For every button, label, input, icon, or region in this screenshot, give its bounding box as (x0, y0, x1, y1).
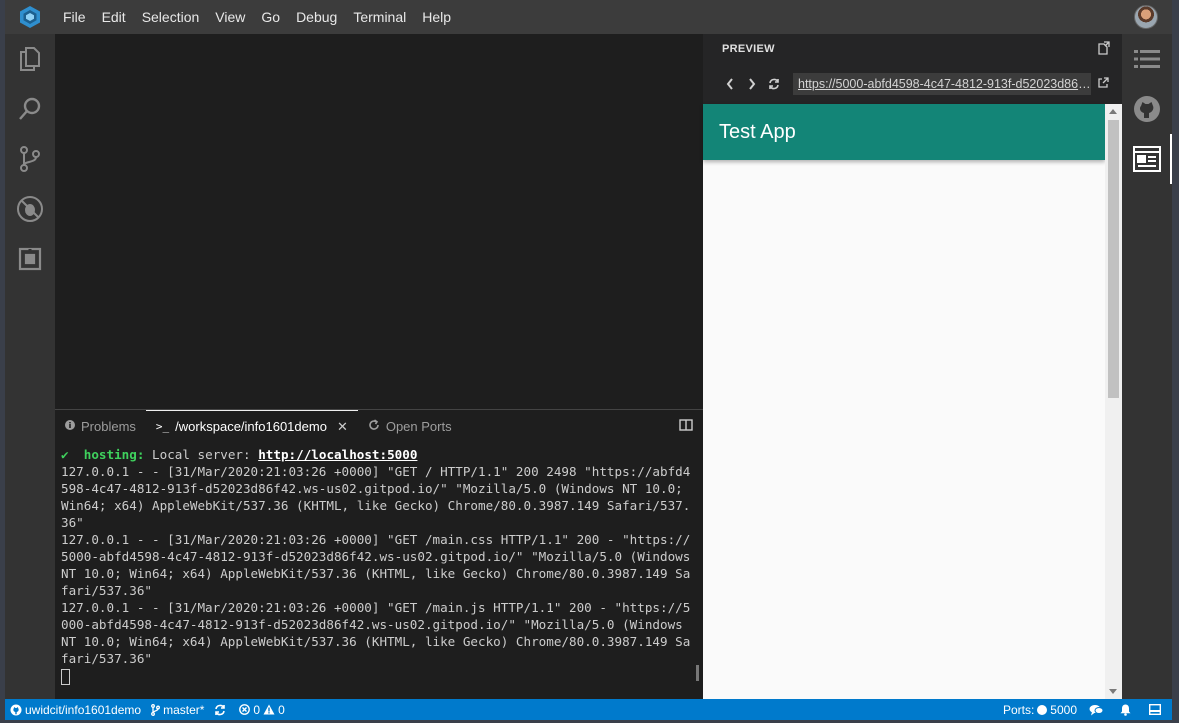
refresh-icon[interactable] (763, 73, 785, 95)
menu-selection[interactable]: Selection (134, 0, 208, 34)
menu-file[interactable]: File (55, 0, 94, 34)
terminal-scrollbar[interactable] (696, 665, 699, 681)
preview-title: PREVIEW (722, 43, 775, 55)
ports-icon (368, 418, 380, 434)
menu-bar: File Edit Selection View Go Debug Termin… (5, 0, 1172, 34)
tab-open-ports-label: Open Ports (385, 418, 452, 434)
ports-label: Ports: (1002, 702, 1035, 717)
log-line: 127.0.0.1 - - [31/Mar/2020:21:03:26 +000… (61, 464, 691, 530)
preview-frame[interactable]: Test App (703, 104, 1122, 699)
menu-help[interactable]: Help (414, 0, 459, 34)
log-line: 127.0.0.1 - - [31/Mar/2020:21:03:26 +000… (61, 600, 691, 666)
tab-problems-label: Problems (81, 418, 136, 434)
maximize-panel-icon[interactable] (679, 419, 693, 434)
terminal-prompt (61, 667, 697, 685)
tab-terminal[interactable]: >_ /workspace/info1601demo ✕ (145, 410, 358, 442)
status-bar: uwidcit/info1601demo master* 0 0 Ports: … (5, 699, 1172, 720)
menu-terminal[interactable]: Terminal (345, 0, 414, 34)
warning-count: 0 (278, 702, 285, 717)
activity-bar (5, 34, 55, 699)
open-preview-icon[interactable] (1096, 41, 1110, 58)
preview-pane: PREVIEW https://5000-abfd4598-4c47-4812-… (703, 34, 1122, 699)
port-status-icon (1037, 704, 1048, 715)
log-line: 127.0.0.1 - - [31/Mar/2020:21:03:26 +000… (61, 532, 698, 598)
active-view-indicator (1170, 134, 1172, 184)
warning-icon (263, 704, 275, 715)
status-ports[interactable]: Ports: 5000 (998, 699, 1082, 720)
notifications-icon[interactable] (1113, 699, 1141, 720)
app-toolbar: Test App (703, 104, 1105, 160)
terminal-output[interactable]: ✔ hosting: Local server: http://localhos… (61, 446, 697, 696)
preview-nav-bar: https://5000-abfd4598-4c47-4812-913f-d52… (703, 64, 1122, 104)
error-icon (239, 704, 251, 715)
hosting-label: hosting: (83, 447, 145, 462)
local-server-label: Local server: (152, 447, 251, 462)
window-icon[interactable] (1141, 699, 1172, 720)
terminal-panel: Problems >_ /workspace/info1601demo ✕ Op… (55, 409, 703, 699)
search-icon[interactable] (5, 84, 55, 134)
explorer-icon[interactable] (5, 34, 55, 84)
editor-area[interactable] (55, 34, 703, 409)
menu-edit[interactable]: Edit (94, 0, 134, 34)
extensions-icon[interactable] (5, 234, 55, 284)
app-title: Test App (719, 121, 796, 143)
github-icon (10, 704, 22, 715)
menu-debug[interactable]: Debug (288, 0, 345, 34)
scroll-up-arrow-icon[interactable] (1109, 109, 1117, 114)
panel-tabs: Problems >_ /workspace/info1601demo ✕ Op… (55, 410, 703, 442)
port-number: 5000 (1050, 702, 1077, 717)
branch-label: master* (163, 702, 205, 717)
status-repo[interactable]: uwidcit/info1601demo (5, 699, 146, 720)
local-server-link[interactable]: http://localhost:5000 (258, 447, 417, 462)
tab-terminal-label: /workspace/info1601demo (175, 419, 327, 434)
outline-icon[interactable] (1122, 34, 1172, 84)
sync-icon[interactable] (209, 699, 234, 720)
ide-window: File Edit Selection View Go Debug Termin… (5, 0, 1172, 720)
status-problems[interactable]: 0 0 (234, 699, 289, 720)
info-icon (65, 419, 75, 433)
status-right: Ports: 5000 (998, 699, 1172, 720)
status-branch[interactable]: master* (146, 699, 209, 720)
right-activity-bar (1122, 34, 1172, 699)
preview-url-input[interactable]: https://5000-abfd4598-4c47-4812-913f-d52… (793, 73, 1091, 95)
user-avatar[interactable] (1134, 5, 1158, 29)
scrollbar-thumb[interactable] (1108, 120, 1119, 398)
terminal-icon: >_ (155, 420, 170, 433)
preview-header: PREVIEW (703, 34, 1122, 64)
back-icon[interactable] (719, 73, 741, 95)
check-icon: ✔ (61, 447, 69, 462)
preview-icon[interactable] (1122, 134, 1172, 184)
menu-go[interactable]: Go (253, 0, 288, 34)
repo-label: uwidcit/info1601demo (25, 702, 142, 717)
forward-icon[interactable] (741, 73, 763, 95)
hosting-line: ✔ hosting: Local server: http://localhos… (61, 446, 697, 463)
scroll-down-arrow-icon[interactable] (1109, 689, 1117, 694)
tab-problems[interactable]: Problems (55, 410, 146, 442)
debug-icon[interactable] (5, 184, 55, 234)
terminal-cursor (61, 668, 70, 685)
preview-scrollbar[interactable] (1105, 104, 1122, 699)
github-icon[interactable] (1122, 84, 1172, 134)
feedback-icon[interactable] (1082, 699, 1113, 720)
source-control-icon[interactable] (5, 134, 55, 184)
gitpod-logo-icon[interactable] (5, 0, 55, 34)
tab-open-ports[interactable]: Open Ports (358, 410, 462, 442)
error-count: 0 (253, 702, 261, 717)
menu-view[interactable]: View (207, 0, 253, 34)
open-external-icon[interactable] (1097, 76, 1109, 92)
branch-icon (151, 703, 161, 716)
close-icon[interactable]: ✕ (337, 419, 348, 435)
